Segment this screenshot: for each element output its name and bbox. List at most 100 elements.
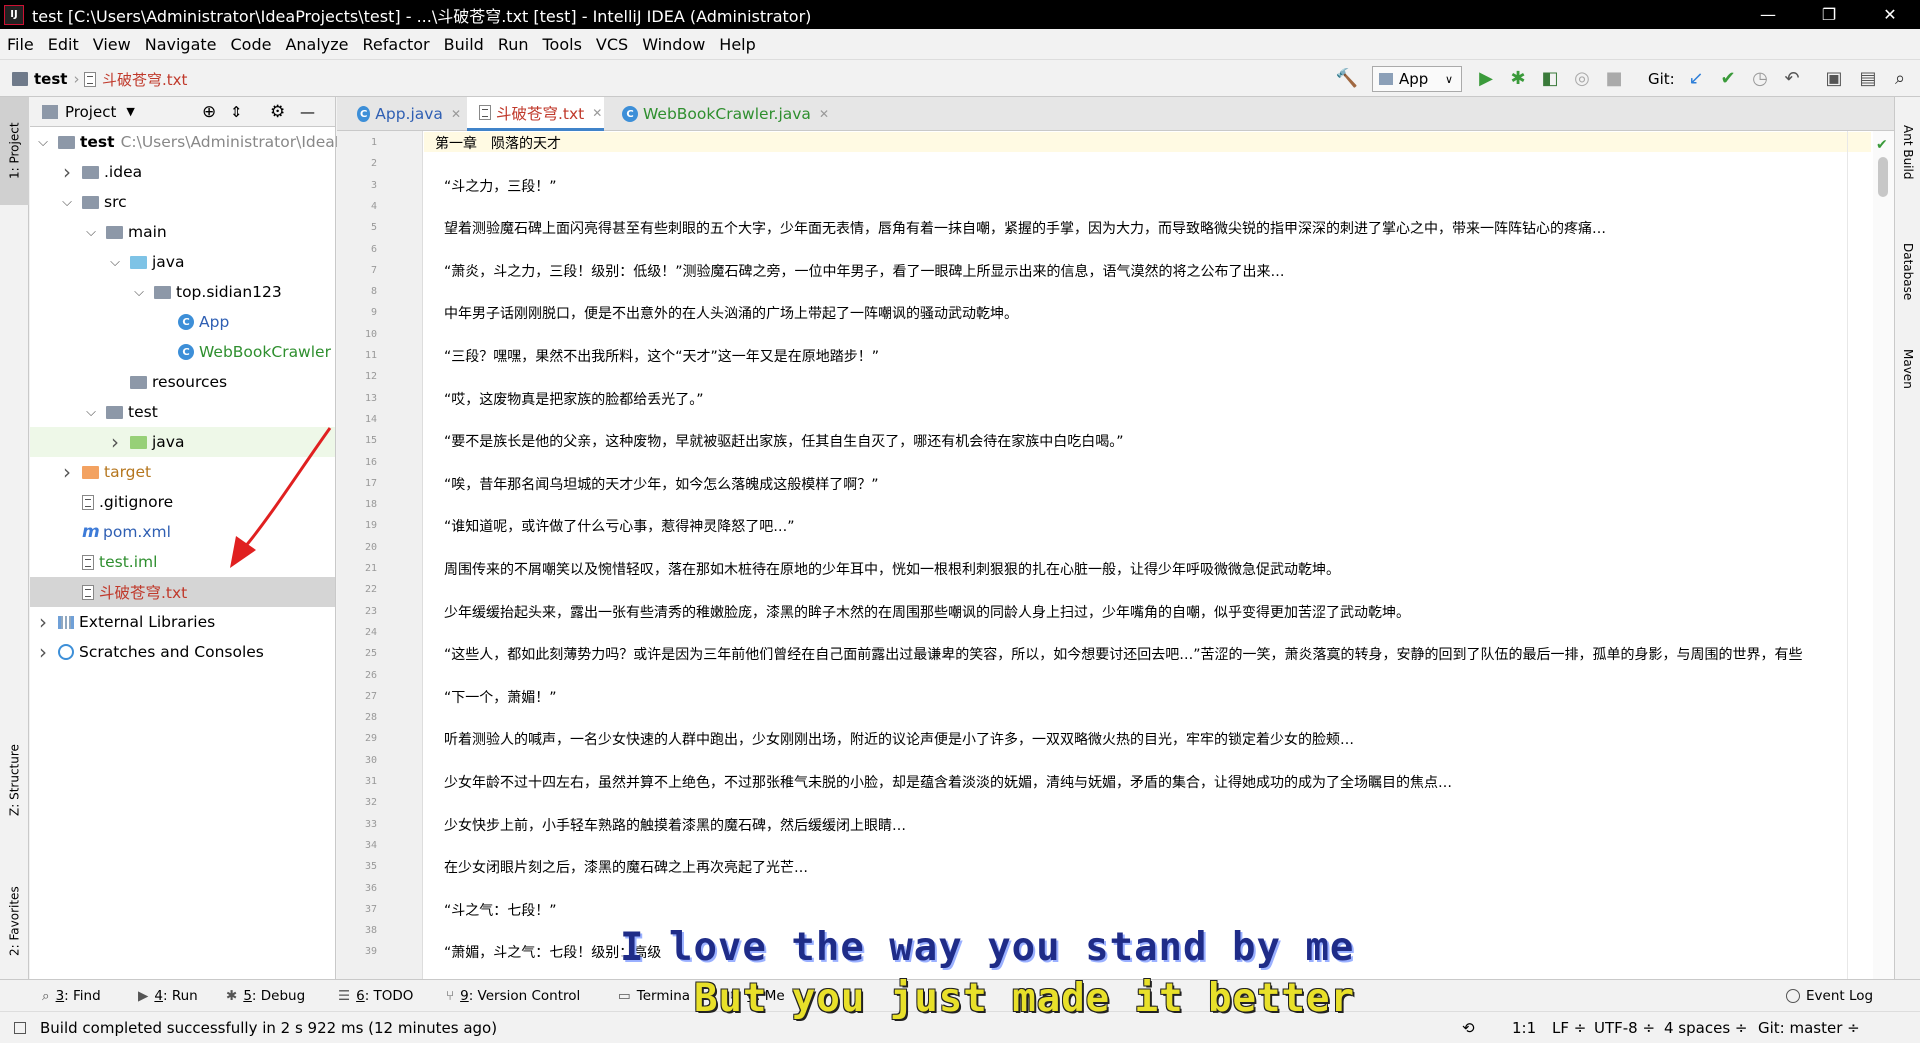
chevron-right-icon[interactable]: ›	[36, 640, 50, 664]
ant-build-tool-tab[interactable]: Ant Build	[1895, 105, 1920, 200]
indent-setting[interactable]: 4 spaces ÷	[1664, 1012, 1747, 1043]
maximize-button[interactable]: ❐	[1801, 0, 1857, 29]
chevron-right-icon[interactable]: ›	[60, 160, 74, 184]
tool-window-tab[interactable]: ⌕ 3: Find	[42, 980, 101, 1012]
chevron-down-icon[interactable]: ⌵	[84, 225, 98, 240]
chevron-down-icon[interactable]: ⌵	[36, 135, 50, 150]
chevron-right-icon[interactable]: ›	[60, 460, 74, 484]
tree-item[interactable]: C WebBookCrawler	[30, 337, 335, 367]
editor-tab[interactable]: 斗破苍穹.txt ✕	[467, 97, 604, 131]
menu-build[interactable]: Build	[437, 35, 491, 54]
menu-run[interactable]: Run	[491, 35, 536, 54]
menu-refactor[interactable]: Refactor	[356, 35, 437, 54]
git-commit-icon[interactable]: ✔	[1716, 69, 1740, 89]
tree-item[interactable]: C App	[30, 307, 335, 337]
menu-code[interactable]: Code	[224, 35, 279, 54]
tree-item[interactable]: resources	[30, 367, 335, 397]
git-branch-indicator-icon[interactable]: ⟲	[1462, 1012, 1475, 1043]
caret-position[interactable]: 1:1	[1512, 1012, 1536, 1043]
menu-tools[interactable]: Tools	[536, 35, 589, 54]
tree-item[interactable]: › java	[30, 427, 335, 457]
line-separator[interactable]: LF ÷	[1552, 1012, 1586, 1043]
editor-tab[interactable]: C App.java ✕	[345, 97, 461, 131]
locate-icon[interactable]: ⊕	[202, 102, 216, 122]
tree-item[interactable]: › External Libraries	[30, 607, 335, 637]
structure-tool-tab[interactable]: Z: Structure	[0, 725, 29, 835]
database-tool-tab[interactable]: Database	[1895, 227, 1920, 317]
chevron-right-icon[interactable]: ›	[36, 610, 50, 634]
coverage-icon[interactable]: ◧	[1538, 69, 1562, 89]
presentation-icon[interactable]: ▤	[1856, 69, 1880, 89]
scrollbar-thumb[interactable]	[1878, 157, 1888, 197]
breadcrumb-project[interactable]: test ›	[12, 60, 79, 98]
file-encoding[interactable]: UTF-8 ÷	[1594, 1012, 1655, 1043]
run-icon[interactable]: ▶	[1474, 69, 1498, 89]
tree-item[interactable]: ⌵ src	[30, 187, 335, 217]
tree-item[interactable]: ⌵ java	[30, 247, 335, 277]
tree-item[interactable]: ⌵ test	[30, 397, 335, 427]
tree-item[interactable]: › .idea	[30, 157, 335, 187]
gear-icon[interactable]: ⚙	[270, 102, 285, 122]
close-tab-icon[interactable]: ✕	[819, 107, 829, 121]
tree-item[interactable]: 斗破苍穹.txt	[30, 577, 335, 607]
menu-vcs[interactable]: VCS	[589, 35, 635, 54]
build-hammer-icon[interactable]: 🔨	[1335, 69, 1359, 89]
menu-navigate[interactable]: Navigate	[138, 35, 224, 54]
tree-item[interactable]: ⌵ main	[30, 217, 335, 247]
project-tool-tab[interactable]: 1: Project	[0, 97, 29, 205]
debug-icon[interactable]: ✱	[1506, 69, 1530, 89]
tree-item[interactable]: test.iml	[30, 547, 335, 577]
chevron-right-icon[interactable]: ›	[108, 430, 122, 454]
chevron-down-icon[interactable]: ⌵	[108, 255, 122, 270]
git-branch[interactable]: Git: master ÷	[1758, 1012, 1860, 1043]
menu-file[interactable]: File	[0, 35, 41, 54]
close-button[interactable]: ✕	[1862, 0, 1918, 29]
favorites-tool-tab[interactable]: 2: Favorites	[0, 867, 29, 975]
tree-item[interactable]: › target	[30, 457, 335, 487]
tree-item[interactable]: ⌵ test C:\Users\Administrator\IdeaP	[30, 127, 344, 157]
editor-text-area[interactable]: 第一章 陨落的天才 “斗之力，三段！” 望着测验魔石碑上面闪亮得甚至有些刺眼的五个大…	[424, 131, 1871, 979]
event-log-tab[interactable]: Event Log	[1786, 980, 1873, 1012]
project-view-select[interactable]: Project	[65, 103, 116, 121]
profile-icon[interactable]: ◎	[1570, 69, 1594, 89]
chevron-down-icon[interactable]: ⌵	[132, 285, 146, 300]
tool-window-tab[interactable]: ☰ 6: TODO	[338, 980, 413, 1012]
tree-item-label: .gitignore	[99, 493, 174, 511]
minimize-button[interactable]: —	[1740, 0, 1796, 29]
tree-item[interactable]: › Scratches and Consoles	[30, 637, 335, 667]
menu-analyze[interactable]: Analyze	[278, 35, 355, 54]
close-tab-icon[interactable]: ✕	[592, 106, 602, 120]
subtitle-line-1: I love the way you stand by me	[620, 925, 1355, 970]
search-icon[interactable]: ⌕	[1888, 69, 1912, 89]
chevron-down-icon[interactable]: ⌵	[84, 405, 98, 420]
tool-window-tab[interactable]: ▶ 4: Run	[138, 980, 198, 1012]
breadcrumb-file[interactable]: 斗破苍穹.txt	[84, 60, 187, 98]
tool-window-tab[interactable]: ▭ Termina	[618, 980, 690, 1012]
folder-icon	[154, 285, 171, 299]
maven-tool-tab[interactable]: Maven	[1895, 329, 1920, 409]
tool-window-tab[interactable]: ⑂ 9: Version Control	[446, 980, 580, 1012]
hide-icon[interactable]: —	[300, 103, 315, 121]
stop-icon[interactable]: ■	[1602, 69, 1626, 89]
tool-window-tab[interactable]: ✱ 5: Debug	[226, 980, 305, 1012]
menu-window[interactable]: Window	[635, 35, 712, 54]
chevron-down-icon[interactable]: ⌵	[60, 195, 74, 210]
run-config-select[interactable]: App ∨	[1372, 66, 1462, 92]
close-tab-icon[interactable]: ✕	[451, 107, 461, 121]
tree-item[interactable]: .gitignore	[30, 487, 335, 517]
git-history-icon[interactable]: ◷	[1748, 69, 1772, 89]
git-update-icon[interactable]: ↙	[1684, 69, 1708, 89]
tree-item[interactable]: ⌵ top.sidian123	[30, 277, 335, 307]
menu-edit[interactable]: Edit	[41, 35, 86, 54]
project-structure-icon[interactable]: ▣	[1822, 69, 1846, 89]
menu-view[interactable]: View	[86, 35, 138, 54]
tree-item[interactable]: m pom.xml	[30, 517, 335, 547]
collapse-all-icon[interactable]: ⇕	[230, 103, 243, 121]
status-toggle-icon[interactable]	[14, 1012, 26, 1043]
line-number: 17	[364, 477, 377, 489]
editor-tab[interactable]: C WebBookCrawler.java ✕	[610, 97, 856, 131]
vertical-scrollbar[interactable]	[1873, 131, 1894, 979]
git-revert-icon[interactable]: ↶	[1780, 69, 1804, 89]
menu-help[interactable]: Help	[712, 35, 762, 54]
chevron-down-icon[interactable]: ▼	[126, 105, 134, 118]
